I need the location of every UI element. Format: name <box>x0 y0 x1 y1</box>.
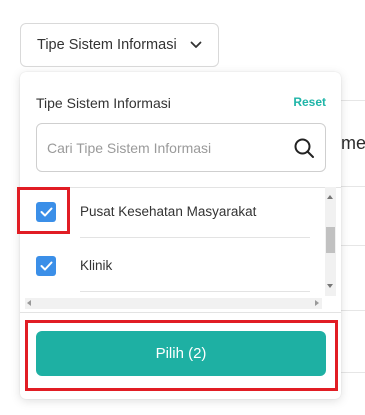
checkmark-icon <box>40 261 52 271</box>
horizontal-scrollbar[interactable] <box>25 298 322 309</box>
list-item[interactable]: Klinik <box>20 242 325 292</box>
option-list: Pusat Kesehatan Masyarakat Klinik <box>20 187 341 311</box>
list-item[interactable]: Pusat Kesehatan Masyarakat <box>20 188 325 238</box>
list-item-label: Pusat Kesehatan Masyarakat <box>80 204 257 219</box>
background-divider <box>341 310 365 311</box>
divider <box>80 237 310 238</box>
filter-trigger-label: Tipe Sistem Informasi <box>37 37 177 53</box>
list-item-label: Klinik <box>80 258 113 273</box>
background-divider <box>341 186 365 187</box>
panel-title: Tipe Sistem Informasi <box>36 95 171 111</box>
filter-dropdown-panel: Tipe Sistem Informasi Reset Pusat Keseha… <box>20 72 341 399</box>
search-icon[interactable] <box>292 136 316 160</box>
scroll-up-arrow-icon[interactable] <box>327 195 333 199</box>
footer-divider <box>20 312 341 313</box>
background-divider <box>341 372 365 373</box>
divider <box>80 291 310 292</box>
background-text: me <box>341 133 365 153</box>
chevron-down-icon <box>190 41 202 48</box>
reset-button[interactable]: Reset <box>293 95 326 109</box>
filter-trigger-button[interactable]: Tipe Sistem Informasi <box>20 23 219 67</box>
submit-button[interactable]: Pilih (2) <box>36 331 326 376</box>
vertical-scrollbar[interactable] <box>325 187 336 296</box>
search-input[interactable] <box>47 139 287 156</box>
background-divider <box>341 245 365 246</box>
scroll-left-arrow-icon[interactable] <box>27 300 31 306</box>
checkbox-checked[interactable] <box>36 256 56 276</box>
scroll-right-arrow-icon[interactable] <box>315 300 319 306</box>
checkbox-checked[interactable] <box>36 202 56 222</box>
page: me Tipe Sistem Informasi Tipe Sistem Inf… <box>0 0 365 415</box>
checkmark-icon <box>40 207 52 217</box>
background-divider <box>341 100 365 101</box>
search-field[interactable] <box>36 123 326 172</box>
scrollbar-thumb[interactable] <box>326 227 335 253</box>
scroll-down-arrow-icon[interactable] <box>327 284 333 288</box>
